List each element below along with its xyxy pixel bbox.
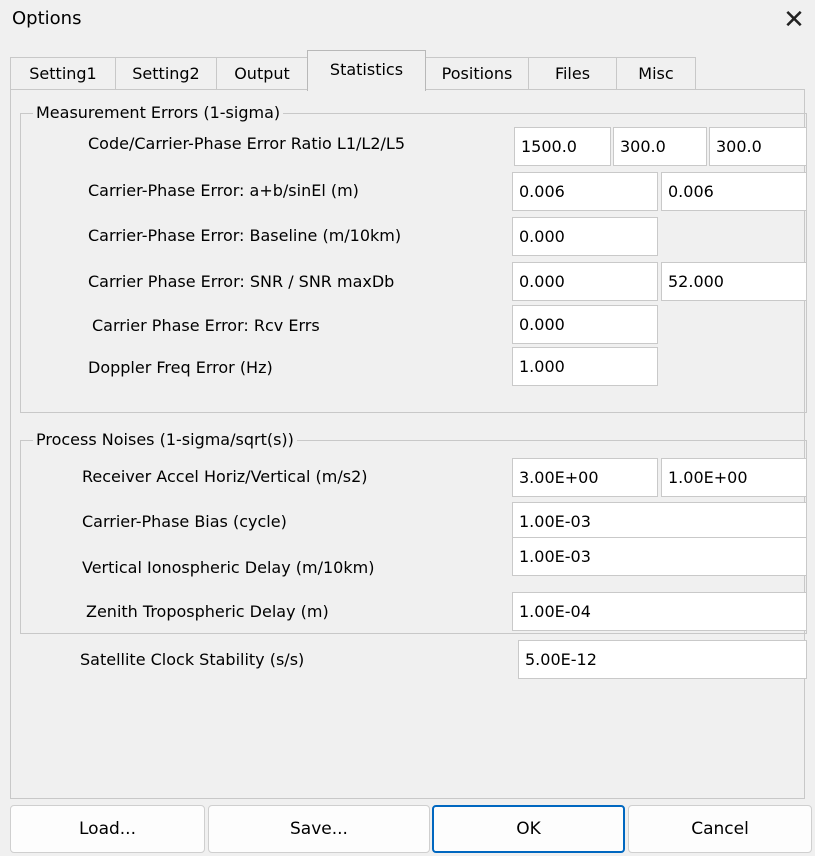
carrier-phase-baseline-label: Carrier-Phase Error: Baseline (m/10km) <box>88 226 402 245</box>
carrier-phase-rcv-label: Carrier Phase Error: Rcv Errs <box>92 316 320 335</box>
save-button[interactable]: Save... <box>208 805 430 853</box>
zenith-tropo-field[interactable]: 1.00E-04 <box>512 592 807 631</box>
zenith-tropo-label: Zenith Tropospheric Delay (m) <box>86 602 329 621</box>
tab-misc[interactable]: Misc <box>616 57 696 89</box>
carrier-phase-snr-label: Carrier Phase Error: SNR / SNR maxDb <box>88 272 395 291</box>
carrier-phase-rcv-field[interactable]: 0.000 <box>512 305 658 344</box>
code-carrier-ratio-label: Code/Carrier-Phase Error Ratio L1/L2/L5 <box>88 134 405 153</box>
vertical-iono-field[interactable]: 1.00E-03 <box>512 537 807 576</box>
measurement-errors-title: Measurement Errors (1-sigma) <box>33 102 284 124</box>
ratio-l1-field[interactable]: 1500.0 <box>514 127 611 166</box>
ratio-l5-field[interactable]: 300.0 <box>709 127 807 166</box>
tab-files[interactable]: Files <box>528 57 617 89</box>
carrier-phase-bias-field[interactable]: 1.00E-03 <box>512 502 807 541</box>
window-title: Options <box>12 8 82 29</box>
receiver-accel-horiz-field[interactable]: 3.00E+00 <box>512 458 658 497</box>
doppler-freq-field[interactable]: 1.000 <box>512 347 658 386</box>
tab-output[interactable]: Output <box>216 57 308 89</box>
carrier-phase-ab-label: Carrier-Phase Error: a+b/sinEl (m) <box>88 181 359 200</box>
close-icon[interactable]: ✕ <box>778 2 810 38</box>
doppler-freq-label: Doppler Freq Error (Hz) <box>88 358 273 377</box>
ok-button[interactable]: OK <box>432 805 625 853</box>
tab-setting1[interactable]: Setting1 <box>10 57 116 89</box>
tab-setting2[interactable]: Setting2 <box>115 57 217 89</box>
ratio-l2-field[interactable]: 300.0 <box>613 127 707 166</box>
title-bar: Options ✕ <box>0 0 815 40</box>
satellite-clock-label: Satellite Clock Stability (s/s) <box>80 650 305 669</box>
load-button[interactable]: Load... <box>10 805 205 853</box>
carrier-phase-bias-label: Carrier-Phase Bias (cycle) <box>82 512 287 531</box>
carrier-phase-b-field[interactable]: 0.006 <box>661 172 807 211</box>
cancel-button[interactable]: Cancel <box>628 805 812 853</box>
receiver-accel-label: Receiver Accel Horiz/Vertical (m/s2) <box>82 467 368 486</box>
snr-maxdb-field[interactable]: 52.000 <box>661 262 807 301</box>
carrier-phase-a-field[interactable]: 0.006 <box>512 172 658 211</box>
process-noises-title: Process Noises (1-sigma/sqrt(s)) <box>33 429 297 451</box>
tab-statistics[interactable]: Statistics <box>307 50 426 91</box>
vertical-iono-label: Vertical Ionospheric Delay (m/10km) <box>82 558 375 577</box>
carrier-phase-baseline-field[interactable]: 0.000 <box>512 217 658 256</box>
satellite-clock-field[interactable]: 5.00E-12 <box>518 640 807 679</box>
tab-positions[interactable]: Positions <box>425 57 529 89</box>
receiver-accel-vert-field[interactable]: 1.00E+00 <box>661 458 807 497</box>
carrier-phase-snr-field[interactable]: 0.000 <box>512 262 658 301</box>
